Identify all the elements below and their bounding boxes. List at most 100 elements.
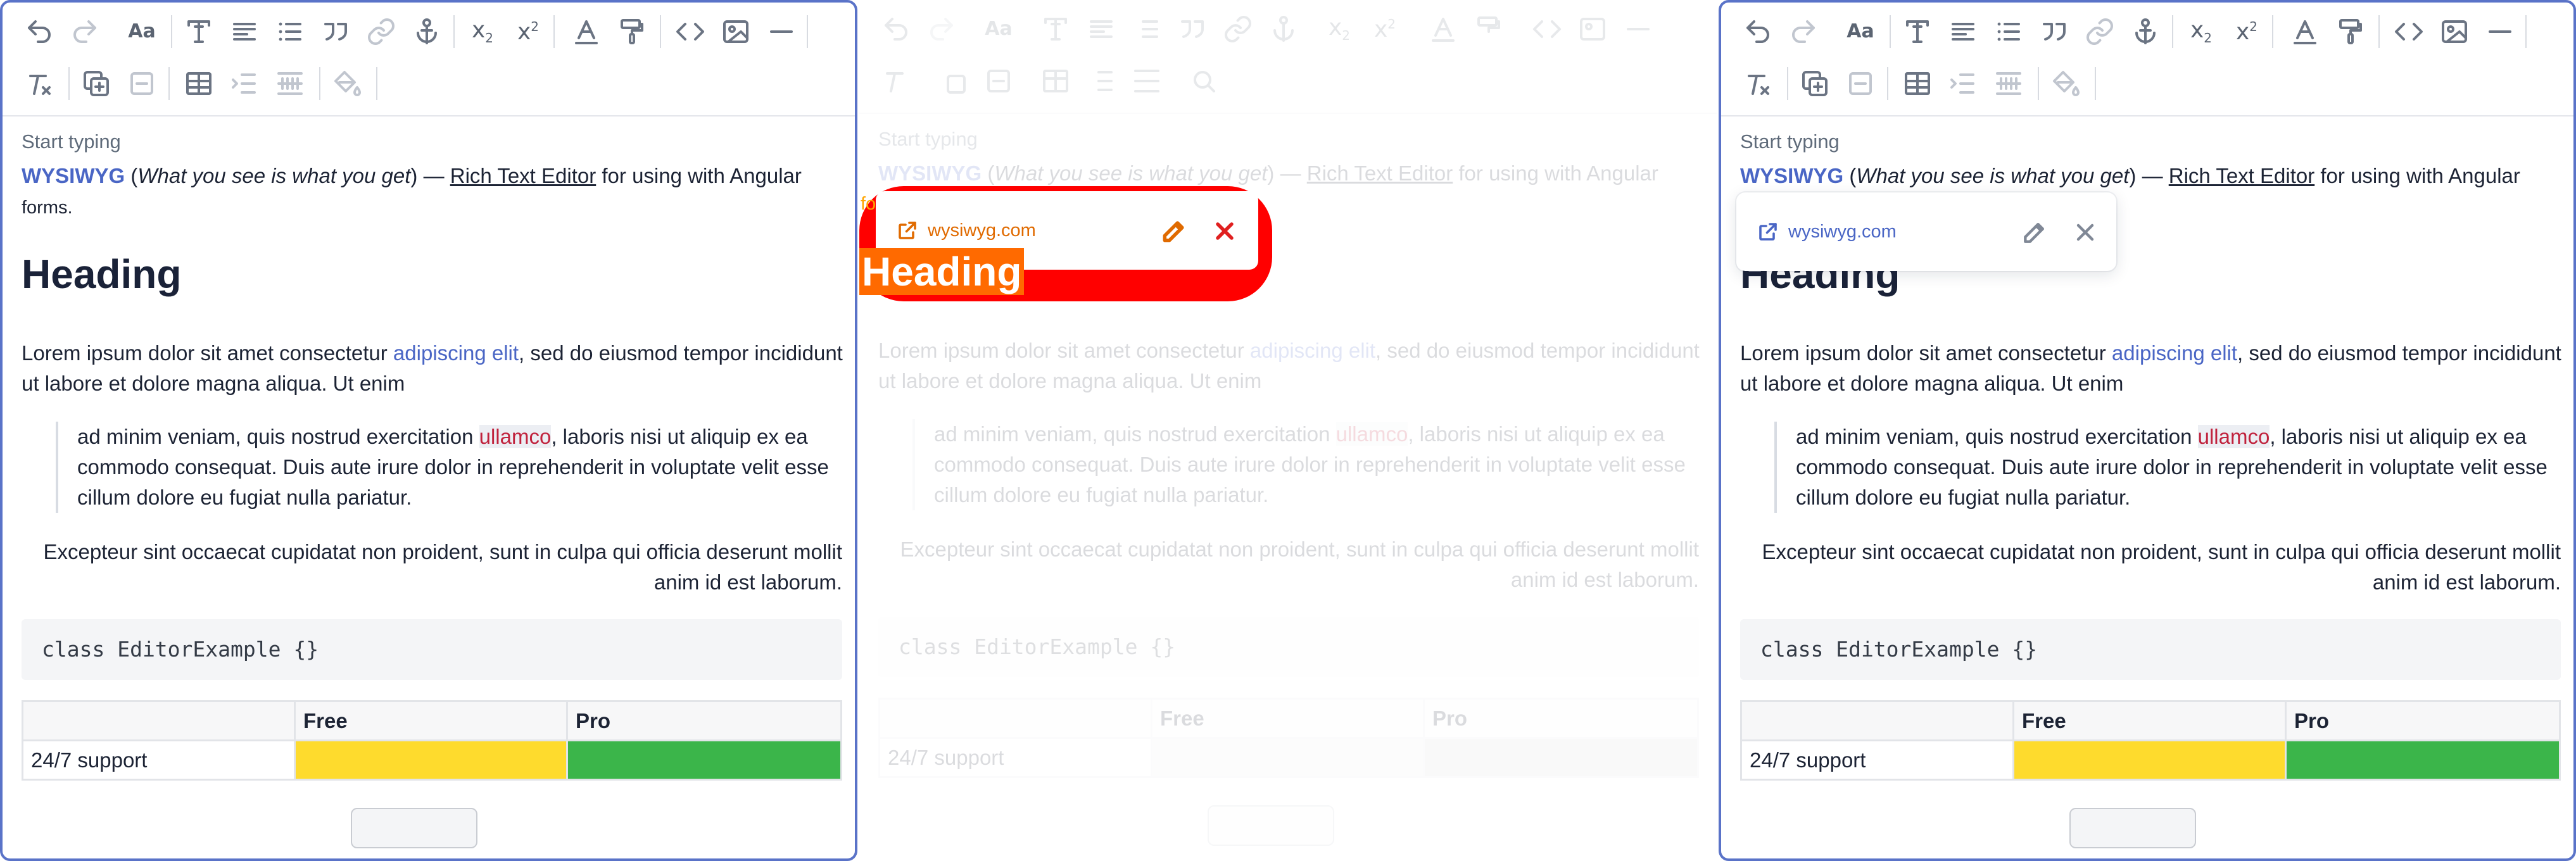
redo-icon[interactable] <box>1784 13 1822 51</box>
toolbar-separator <box>660 15 661 48</box>
right-aligned-paragraph: Excepteur sint occaecat cupidatat non pr… <box>1762 540 2561 594</box>
pricing-table: Free Pro 24/7 support <box>22 700 842 781</box>
blockquote-icon[interactable] <box>2035 13 2073 51</box>
popup-link-url[interactable]: wysiwyg.com <box>1788 220 1897 243</box>
code-icon[interactable] <box>2390 13 2428 51</box>
horizontal-rule-icon[interactable] <box>2481 13 2519 51</box>
table-header-cell[interactable]: Free <box>2012 700 2287 741</box>
table-cell-green[interactable] <box>2285 739 2561 781</box>
rte-link[interactable]: Rich Text Editor <box>2169 164 2314 187</box>
close-icon[interactable] <box>1209 215 1241 247</box>
indent-icon[interactable] <box>225 65 263 103</box>
insert-group-icon[interactable] <box>77 65 115 103</box>
undo-icon[interactable] <box>1739 13 1777 51</box>
align-icon[interactable] <box>225 13 263 51</box>
para-link[interactable]: adipiscing elit <box>2112 341 2237 365</box>
table-icon[interactable] <box>180 65 218 103</box>
table-header-row: Free Pro <box>22 700 842 741</box>
insert-group-icon[interactable] <box>1796 65 1834 103</box>
text-color-icon[interactable] <box>2286 13 2324 51</box>
intro-text: ( <box>125 164 138 187</box>
brand-link[interactable]: WYSIWYG <box>22 164 125 187</box>
bullet-list-icon[interactable] <box>271 13 309 51</box>
table-cell-yellow[interactable] <box>294 739 568 781</box>
table-header-cell[interactable]: Pro <box>566 700 842 741</box>
table-cell[interactable]: 24/7 support <box>1740 739 2014 781</box>
subscript-icon[interactable]: x2 <box>464 13 502 51</box>
anchor-icon[interactable] <box>2126 13 2164 51</box>
link-icon[interactable] <box>2081 13 2119 51</box>
table-header-cell[interactable]: Free <box>294 700 568 741</box>
table-action-button[interactable] <box>2069 808 2196 848</box>
paint-bucket-icon[interactable] <box>2047 65 2085 103</box>
clear-format-icon[interactable] <box>1739 65 1777 103</box>
blockquote: ad minim veniam, quis nostrud exercitati… <box>56 422 855 513</box>
external-link-icon[interactable] <box>896 219 919 242</box>
table-icon[interactable] <box>1898 65 1936 103</box>
clear-format-icon[interactable] <box>20 65 58 103</box>
superscript-icon[interactable]: x2 <box>2228 13 2266 51</box>
remove-group-icon[interactable] <box>1841 65 1879 103</box>
edit-link-icon[interactable] <box>2019 217 2050 248</box>
toolbar-separator <box>1787 67 1788 100</box>
popup-link-url[interactable]: wysiwyg.com <box>928 219 1036 242</box>
paint-bucket-icon[interactable] <box>328 65 366 103</box>
link-icon[interactable] <box>362 13 400 51</box>
external-link-icon[interactable] <box>1757 220 1779 243</box>
bullet-list-icon[interactable] <box>1990 13 2028 51</box>
font-size-icon[interactable]: Aa <box>1841 13 1879 51</box>
table-action-button[interactable] <box>351 808 477 848</box>
placeholder-text: Start typing <box>22 130 121 153</box>
blockquote: ad minim veniam, quis nostrud exercitati… <box>1774 422 2573 513</box>
redo-icon[interactable] <box>66 13 104 51</box>
grid-icon[interactable] <box>271 65 309 103</box>
grid-icon[interactable] <box>1990 65 2028 103</box>
undo-icon[interactable] <box>20 13 58 51</box>
table-cell-green[interactable] <box>566 739 842 781</box>
text-style-icon[interactable] <box>1898 13 1936 51</box>
table-header-cell[interactable] <box>22 700 296 741</box>
para-link[interactable]: adipiscing elit <box>393 341 519 365</box>
table-header-row: Free Pro <box>1740 700 2561 741</box>
table-row: 24/7 support <box>1740 739 2561 781</box>
superscript-icon[interactable]: x2 <box>509 13 547 51</box>
blockquote-icon[interactable] <box>317 13 355 51</box>
rte-link[interactable]: Rich Text Editor <box>450 164 596 187</box>
table-header-cell[interactable] <box>1740 700 2014 741</box>
close-icon[interactable] <box>2069 217 2101 248</box>
toolbar-separator <box>2272 15 2273 48</box>
edit-link-icon[interactable] <box>1158 215 1190 247</box>
editor-panel-highlight: Aa x2 x2 Start typing WYSIWYG (What you … <box>859 0 1717 861</box>
align-icon[interactable] <box>1944 13 1982 51</box>
editor-content[interactable]: Start typing WYSIWYG (What you see is wh… <box>3 116 855 858</box>
toolbar-separator <box>2038 67 2039 100</box>
table-header-cell[interactable]: Pro <box>2285 700 2561 741</box>
toolbar-separator <box>1887 67 1888 100</box>
font-size-icon[interactable]: Aa <box>123 13 161 51</box>
remove-group-icon[interactable] <box>123 65 161 103</box>
image-icon[interactable] <box>717 13 755 51</box>
lorem-paragraph: Lorem ipsum dolor sit amet consectetur a… <box>1740 338 2563 399</box>
editor-panel-default: Aa x2 x2 Start typing WYSIWYG (What you … <box>0 0 857 861</box>
image-icon[interactable] <box>2435 13 2473 51</box>
indent-icon[interactable] <box>1944 65 1982 103</box>
code-icon[interactable] <box>671 13 709 51</box>
table-cell-yellow[interactable] <box>2012 739 2287 781</box>
highlight-icon[interactable] <box>2332 13 2370 51</box>
lorem-paragraph: Lorem ipsum dolor sit amet consectetur a… <box>22 338 845 399</box>
toolbar-separator <box>2525 15 2527 48</box>
right-aligned-paragraph: Excepteur sint occaecat cupidatat non pr… <box>43 540 842 594</box>
text-style-icon[interactable] <box>180 13 218 51</box>
toolbar-separator <box>319 67 320 100</box>
brand-link[interactable]: WYSIWYG <box>1740 164 1843 187</box>
text-color-icon[interactable] <box>567 13 605 51</box>
pricing-table: Free Pro 24/7 support <box>1740 700 2561 781</box>
intro-paragraph: WYSIWYG (What you see is what you get) —… <box>1740 161 2557 191</box>
subscript-icon[interactable]: x2 <box>2182 13 2220 51</box>
anchor-icon[interactable] <box>408 13 446 51</box>
highlight-icon[interactable] <box>613 13 651 51</box>
toolbar-separator <box>171 15 172 48</box>
table-cell[interactable]: 24/7 support <box>22 739 296 781</box>
placeholder-text: Start typing <box>1740 130 1840 153</box>
horizontal-rule-icon[interactable] <box>762 13 800 51</box>
